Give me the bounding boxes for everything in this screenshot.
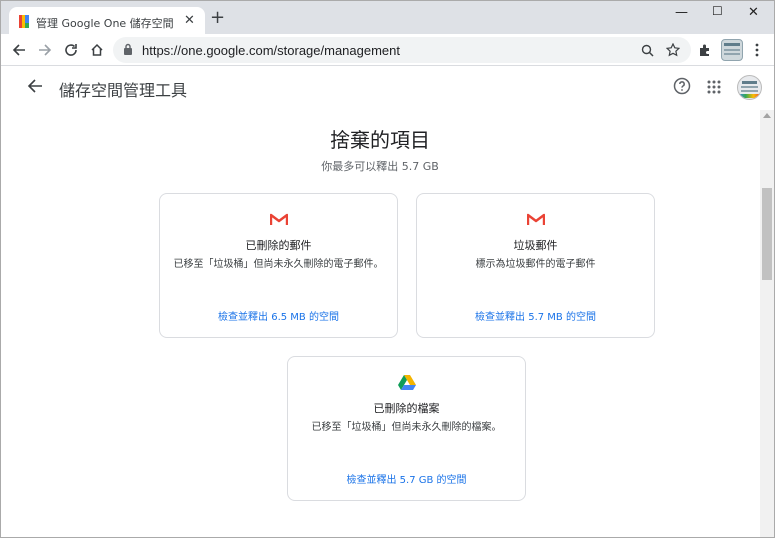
extensions-puzzle-icon[interactable] xyxy=(695,40,715,60)
card-spam-mail[interactable]: 垃圾郵件 標示為垃圾郵件的電子郵件 檢查並釋出 5.7 MB 的空間 xyxy=(416,193,655,338)
card-description: 已移至「垃圾桶」但尚未永久刪除的檔案。 xyxy=(311,422,502,433)
card-title: 已刪除的郵件 xyxy=(245,239,312,252)
window-border xyxy=(0,34,1,538)
free-space-link[interactable]: 檢查並釋出 6.5 MB 的空間 xyxy=(160,308,397,323)
browser-tab[interactable]: 管理 Google One 儲存空間 ✕ xyxy=(9,7,205,36)
url-text: https://one.google.com/storage/managemen… xyxy=(142,43,400,58)
gmail-icon xyxy=(526,213,545,225)
maximize-icon[interactable]: ☐ xyxy=(712,4,723,18)
browser-toolbar: https://one.google.com/storage/managemen… xyxy=(0,34,775,66)
free-space-link[interactable]: 檢查並釋出 5.7 MB 的空間 xyxy=(417,308,654,323)
section-heading: 捨棄的項目 xyxy=(330,128,430,152)
card-title: 垃圾郵件 xyxy=(513,239,558,252)
forward-icon[interactable] xyxy=(35,40,55,60)
tab-close-icon[interactable]: ✕ xyxy=(184,13,195,29)
browser-tab-strip: 管理 Google One 儲存空間 ✕ + — ☐ ✕ xyxy=(0,0,775,36)
free-space-link[interactable]: 檢查並釋出 5.7 GB 的空間 xyxy=(288,471,525,486)
app-header: 儲存空間管理工具 xyxy=(1,66,774,110)
card-description: 已移至「垃圾桶」但尚未永久刪除的電子郵件。 xyxy=(173,259,384,270)
bookmark-star-icon[interactable] xyxy=(663,40,683,60)
minimize-icon[interactable]: — xyxy=(675,5,688,20)
section-subheading: 你最多可以釋出 5.7 GB xyxy=(321,160,439,173)
browser-menu-icon[interactable] xyxy=(747,40,767,60)
reload-icon[interactable] xyxy=(61,40,81,60)
card-deleted-mail[interactable]: 已刪除的郵件 已移至「垃圾桶」但尚未永久刪除的電子郵件。 檢查並釋出 6.5 M… xyxy=(159,193,398,338)
new-tab-icon[interactable]: + xyxy=(210,9,225,27)
scroll-up-arrow-icon[interactable] xyxy=(763,113,771,118)
google-drive-icon xyxy=(397,375,416,390)
back-icon[interactable] xyxy=(9,40,29,60)
tab-title: 管理 Google One 儲存空間 xyxy=(36,17,174,30)
window-close-icon[interactable]: ✕ xyxy=(748,5,759,20)
page-scrollbar[interactable] xyxy=(760,110,774,537)
page-title: 儲存空間管理工具 xyxy=(59,81,188,100)
scrollbar-thumb[interactable] xyxy=(762,188,772,280)
address-bar[interactable]: https://one.google.com/storage/managemen… xyxy=(113,37,691,63)
lock-icon xyxy=(124,43,132,55)
google-one-favicon-icon xyxy=(19,15,29,28)
gmail-icon xyxy=(269,213,288,225)
home-icon[interactable] xyxy=(87,40,107,60)
account-avatar[interactable] xyxy=(737,75,762,100)
help-icon[interactable] xyxy=(673,77,691,95)
profile-avatar-small[interactable] xyxy=(721,39,743,61)
zoom-icon[interactable] xyxy=(637,40,657,60)
card-description: 標示為垃圾郵件的電子郵件 xyxy=(475,259,596,270)
card-title: 已刪除的檔案 xyxy=(373,402,440,415)
apps-grid-icon[interactable] xyxy=(707,80,721,94)
card-deleted-files[interactable]: 已刪除的檔案 已移至「垃圾桶」但尚未永久刪除的檔案。 檢查並釋出 5.7 GB … xyxy=(287,356,526,501)
back-arrow-icon[interactable] xyxy=(27,78,43,94)
